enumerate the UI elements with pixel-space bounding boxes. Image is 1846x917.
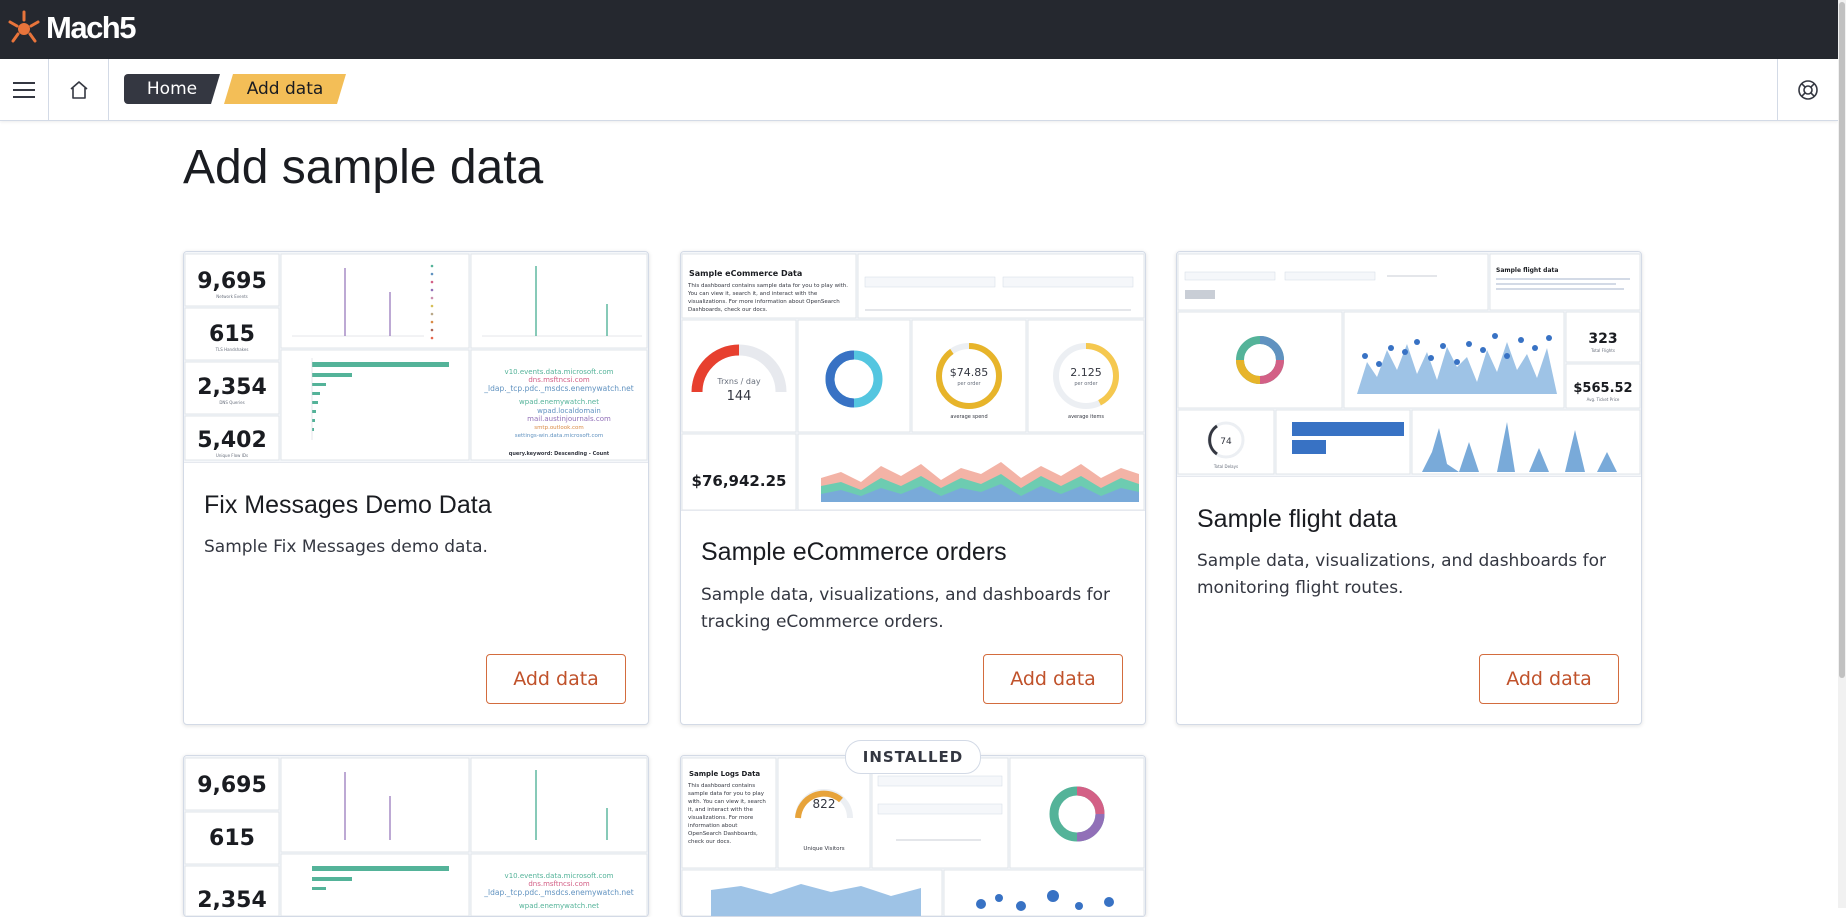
- avg-sales-price: $74.85: [950, 366, 989, 379]
- sample-card-logs: Sample Logs Data This dashboard contains…: [680, 755, 1146, 917]
- domain-6: mail.austinjournals.com: [527, 415, 611, 423]
- card-title-fix-messages: Fix Messages Demo Data: [204, 491, 492, 519]
- avg-sold-qty-unit: per order: [1074, 381, 1098, 387]
- domain-2: dns.msftncsi.com: [528, 376, 590, 384]
- domain-7: smtp.outlook.com: [534, 425, 584, 431]
- scrollbar-thumb[interactable]: [1839, 2, 1845, 678]
- sample-card-security-duplicate: 9,695 615 2,354 v10.events.data.microsof…: [183, 755, 649, 917]
- ecommerce-markdown-text: This dashboard contains sample data for …: [688, 283, 848, 313]
- metric-unique-flows-label: Unique Flow IDs: [216, 453, 248, 458]
- card-description-flights: Sample data, visualizations, and dashboa…: [1197, 551, 1607, 598]
- metric-dns-queries: 2,354: [197, 375, 267, 400]
- card-thumbnail-flights: Sample flight data 323 Total Flights $56…: [1177, 252, 1641, 477]
- total-revenue: $76,942.25: [692, 472, 787, 490]
- domain-4-b: wpad.enemywatch.net: [519, 902, 599, 910]
- page-title: Add sample data: [183, 141, 544, 194]
- card-thumbnail-security-2: 9,695 615 2,354 v10.events.data.microsof…: [184, 756, 648, 916]
- metric-unique-flows: 5,402: [197, 428, 267, 453]
- sample-card-flights: Sample flight data 323 Total Flights $56…: [1176, 251, 1642, 725]
- add-data-button-ecommerce[interactable]: Add data: [983, 654, 1123, 704]
- domain-4: wpad.enemywatch.net: [519, 398, 599, 406]
- flights-markdown-title: Sample flight data: [1496, 267, 1558, 274]
- card-description-ecommerce: Sample data, visualizations, and dashboa…: [701, 585, 1111, 632]
- total-delays: 74: [1220, 437, 1232, 447]
- wordcloud-footer: query.keyword: Descending - Count: [509, 451, 610, 457]
- card-thumbnail-security: 9,695 Network Events 615 TLS Handshakes …: [184, 252, 648, 463]
- domain-5: wpad.localdomain: [537, 407, 601, 415]
- metric-tls-handshakes-label: TLS Handshakes: [215, 347, 249, 352]
- avg-ticket-price: $565.52: [1573, 381, 1632, 396]
- avg-ticket-price-label: Avg. Ticket Price: [1587, 397, 1620, 402]
- page-scrollbar[interactable]: [1838, 0, 1846, 908]
- metric-tls-handshakes: 615: [209, 322, 255, 347]
- card-title-ecommerce: Sample eCommerce orders: [701, 538, 1007, 566]
- top-header: Mach5: [0, 0, 1838, 59]
- domain-8: settings-win.data.microsoft.com: [515, 433, 603, 439]
- logs-markdown-text: This dashboard contains sample data for …: [688, 783, 766, 845]
- ecommerce-gauge-label: Trxns / day: [716, 377, 761, 386]
- domain-1-b: v10.events.data.microsoft.com: [505, 872, 614, 880]
- logs-markdown-title: Sample Logs Data: [689, 770, 760, 778]
- mach5-logo-icon: [8, 10, 40, 43]
- ecommerce-gauge-value: 144: [727, 389, 752, 404]
- card-title-flights: Sample flight data: [1197, 505, 1398, 533]
- domain-3: _ldap._tcp.pdc._msdcs.enemywatch.net: [483, 384, 633, 393]
- metric-network-events: 9,695: [197, 269, 267, 294]
- help-button[interactable]: [1777, 59, 1838, 120]
- installed-badge: INSTALLED: [845, 740, 981, 774]
- ecommerce-markdown-title: Sample eCommerce Data: [689, 269, 802, 278]
- total-flights: 323: [1588, 331, 1617, 347]
- metric-dns-queries-2: 2,354: [197, 888, 267, 913]
- metric-network-events-label: Network Events: [216, 294, 248, 299]
- logs-gauge-label: Unique Visitors: [803, 846, 844, 852]
- home-icon: [69, 80, 88, 99]
- total-flights-label: Total Flights: [1590, 348, 1615, 353]
- app-logo[interactable]: Mach5: [4, 8, 136, 48]
- avg-sales-price-label: average spend: [950, 414, 987, 420]
- avg-sold-qty-label: average items: [1068, 414, 1104, 420]
- help-lifebuoy-icon: [1798, 79, 1818, 100]
- breadcrumb-bar: Home Add data: [0, 59, 1838, 121]
- sample-card-ecommerce: Sample eCommerce Data This dashboard con…: [680, 251, 1146, 725]
- avg-sales-price-unit: per order: [957, 381, 981, 387]
- app-name: Mach5: [46, 10, 136, 45]
- sample-card-fix-messages: 9,695 Network Events 615 TLS Handshakes …: [183, 251, 649, 725]
- card-thumbnail-logs: Sample Logs Data This dashboard contains…: [681, 756, 1145, 916]
- metric-network-events-2: 9,695: [197, 773, 267, 798]
- logs-gauge-value: 822: [813, 797, 836, 811]
- breadcrumb-add-data: Add data: [224, 74, 346, 104]
- add-data-button-flights[interactable]: Add data: [1479, 654, 1619, 704]
- metric-dns-queries-label: DNS Queries: [219, 400, 244, 405]
- home-button[interactable]: [49, 59, 109, 120]
- domain-2-b: dns.msftncsi.com: [528, 880, 590, 888]
- domain-1: v10.events.data.microsoft.com: [505, 368, 614, 376]
- card-description-fix-messages: Sample Fix Messages demo data.: [204, 537, 488, 557]
- add-data-button-fix-messages[interactable]: Add data: [486, 654, 626, 704]
- domain-3-b: _ldap._tcp.pdc._msdcs.enemywatch.net: [483, 888, 633, 897]
- hamburger-menu-icon: [13, 81, 35, 98]
- total-delays-label: Total Delays: [1213, 464, 1238, 469]
- avg-sold-qty: 2.125: [1070, 366, 1102, 379]
- card-thumbnail-ecommerce: Sample eCommerce Data This dashboard con…: [681, 252, 1145, 511]
- menu-button[interactable]: [0, 59, 49, 120]
- metric-tls-handshakes-2: 615: [209, 826, 255, 851]
- breadcrumb-home[interactable]: Home: [124, 74, 220, 104]
